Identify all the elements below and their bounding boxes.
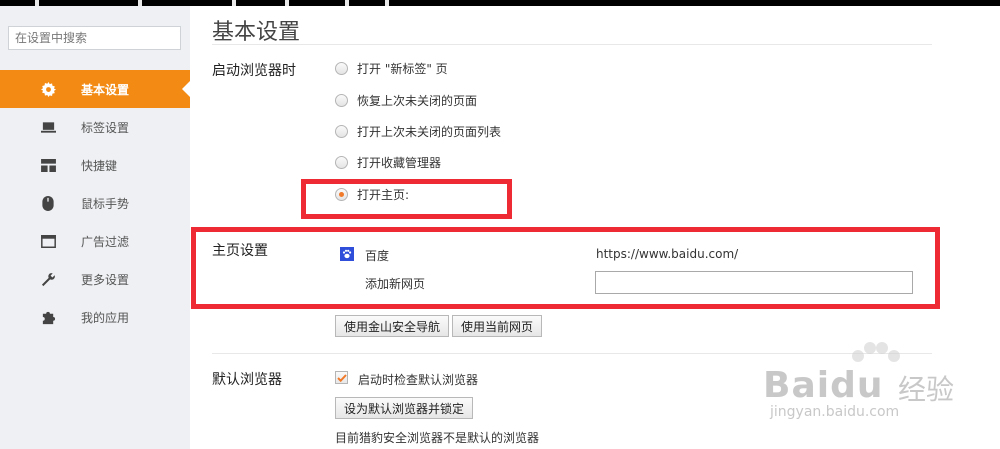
watermark-url: jingyan.baidu.com	[770, 404, 900, 420]
sidebar-item-tab-settings[interactable]: 标签设置	[0, 108, 190, 146]
highlight-box-homepage-settings	[191, 227, 940, 309]
check-default-browser-label[interactable]: 启动时检查默认浏览器	[358, 371, 478, 388]
default-browser-status: 目前猎豹安全浏览器不是默认的浏览器	[335, 431, 540, 445]
layout-icon	[39, 156, 57, 174]
sidebar-item-label: 基本设置	[81, 83, 130, 97]
sidebar-item-shortcuts[interactable]: 快捷键	[0, 146, 190, 184]
sidebar-item-label: 鼠标手势	[81, 197, 130, 211]
sidebar-item-label: 标签设置	[81, 121, 130, 135]
settings-search-input[interactable]	[8, 26, 181, 50]
check-default-browser-checkbox[interactable]	[335, 371, 348, 384]
sidebar-item-label: 快捷键	[81, 159, 118, 173]
radio-button[interactable]	[335, 93, 348, 107]
puzzle-icon	[39, 308, 57, 326]
watermark-brand: Baidu	[763, 365, 884, 406]
sidebar-item-my-apps[interactable]: 我的应用	[0, 298, 190, 336]
title-divider	[212, 44, 932, 45]
wrench-icon	[39, 270, 57, 288]
sidebar-item-ad-filter[interactable]: 广告过滤	[0, 222, 190, 260]
startup-option-label: 打开上次未关闭的页面列表	[357, 124, 502, 139]
use-current-page-button[interactable]: 使用当前网页	[452, 315, 543, 337]
radio-button[interactable]	[335, 155, 348, 169]
radio-button[interactable]	[335, 61, 348, 75]
mouse-icon	[39, 194, 57, 212]
sidebar-item-label: 更多设置	[81, 273, 130, 287]
set-default-browser-button[interactable]: 设为默认浏览器并锁定	[335, 397, 474, 419]
startup-option-new-tab[interactable]: 打开 "新标签" 页	[335, 58, 448, 78]
sidebar-item-mouse-gestures[interactable]: 鼠标手势	[0, 184, 190, 222]
sidebar-item-basic-settings[interactable]: 基本设置	[0, 70, 190, 108]
startup-option-label: 恢复上次未关闭的页面	[357, 93, 478, 108]
startup-option-bookmarks[interactable]: 打开收藏管理器	[335, 152, 441, 172]
watermark-cn: 经验	[898, 373, 955, 406]
radio-button[interactable]	[335, 124, 348, 138]
startup-section-label: 启动浏览器时	[212, 63, 296, 79]
gear-icon	[39, 80, 57, 98]
sidebar-item-more-settings[interactable]: 更多设置	[0, 260, 190, 298]
use-safe-nav-button[interactable]: 使用金山安全导航	[335, 315, 450, 337]
sidebar-item-label: 我的应用	[81, 311, 130, 325]
startup-option-restore-pages[interactable]: 恢复上次未关闭的页面	[335, 90, 477, 110]
window-icon	[39, 232, 57, 250]
checkmark-icon	[336, 373, 347, 382]
startup-option-label: 打开收藏管理器	[357, 155, 442, 170]
startup-option-label: 打开 "新标签" 页	[357, 61, 448, 76]
sidebar-item-label: 广告过滤	[81, 235, 130, 249]
highlight-box-homepage-option	[301, 179, 512, 219]
laptop-icon	[39, 118, 57, 136]
sidebar: 基本设置 标签设置 快捷键 鼠标手势 广告过滤 更多设置 我的应	[0, 6, 190, 449]
startup-option-page-list[interactable]: 打开上次未关闭的页面列表	[335, 121, 501, 141]
page-title: 基本设置	[212, 20, 301, 45]
default-browser-section-label: 默认浏览器	[212, 372, 282, 388]
